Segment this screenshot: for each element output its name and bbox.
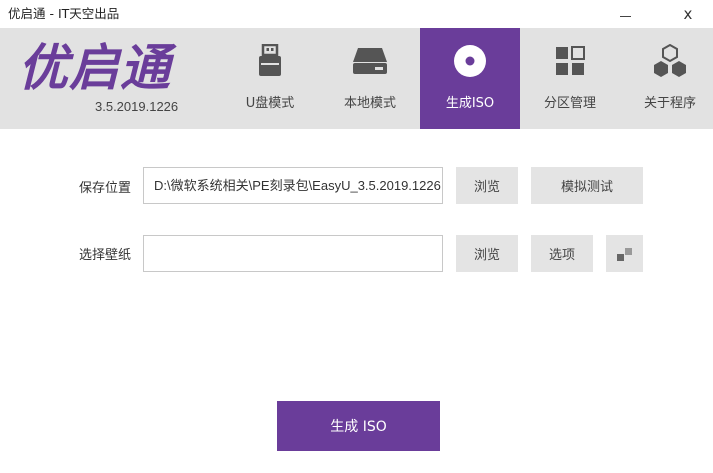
tab-generate-iso[interactable]: 生成ISO [420, 28, 520, 129]
close-button[interactable]: x [666, 0, 710, 28]
tab-label: 关于程序 [643, 96, 696, 111]
minimize-button[interactable] [603, 0, 647, 28]
version-label: 3.5.2019.1226 [95, 99, 179, 114]
tab-usb-mode[interactable]: U盘模式 [220, 28, 320, 129]
title-bar: 优启通 - IT天空出品 x [0, 0, 713, 28]
disc-icon [420, 45, 520, 77]
save-location-browse-button[interactable]: 浏览 [456, 167, 518, 204]
minimize-icon [619, 15, 631, 17]
tab-about[interactable]: 关于程序 [620, 28, 713, 129]
wallpaper-preview-button[interactable] [606, 235, 643, 272]
tab-label: 分区管理 [543, 96, 596, 111]
preview-squares-icon [616, 247, 632, 261]
tab-local-mode[interactable]: 本地模式 [320, 28, 420, 129]
partition-icon [520, 45, 620, 77]
usb-drive-icon [220, 44, 320, 77]
tab-partition-manager[interactable]: 分区管理 [520, 28, 620, 129]
tab-label: 本地模式 [343, 96, 396, 111]
save-location-input[interactable]: D:\微软系统相关\PE刻录包\EasyU_3.5.2019.1226.iso [143, 167, 443, 204]
window-title: 优启通 - IT天空出品 [8, 6, 120, 21]
wallpaper-input[interactable] [143, 235, 443, 272]
app-header: 优启通 3.5.2019.1226 U盘模式 本地模式 生成ISO 分区管理 关… [0, 28, 713, 129]
hexagons-icon [620, 44, 713, 77]
tab-label: 生成ISO [445, 96, 495, 111]
app-logo: 优启通 [18, 39, 171, 97]
save-location-label: 保存位置 [78, 181, 131, 196]
tab-label: U盘模式 [245, 96, 295, 111]
wallpaper-label: 选择壁纸 [78, 248, 131, 263]
wallpaper-options-button[interactable]: 选项 [531, 235, 593, 272]
hard-disk-icon [320, 45, 420, 77]
generate-iso-button[interactable]: 生成 ISO [277, 401, 440, 451]
wallpaper-browse-button[interactable]: 浏览 [456, 235, 518, 272]
simulate-test-button[interactable]: 模拟测试 [531, 167, 643, 204]
